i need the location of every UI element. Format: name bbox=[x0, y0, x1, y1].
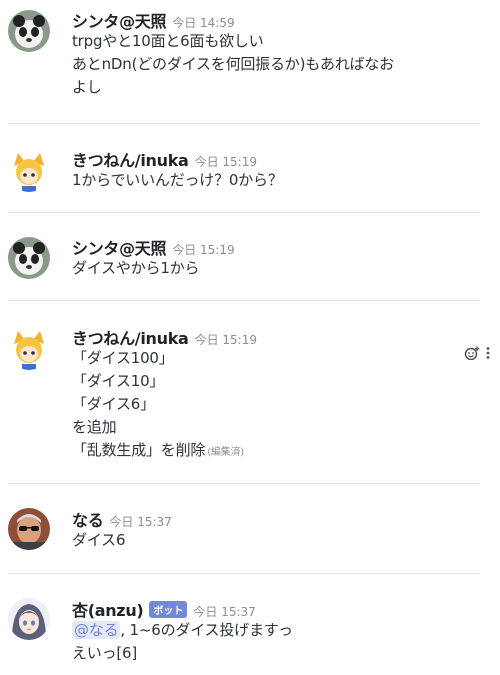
message-divider bbox=[8, 483, 480, 484]
message-divider bbox=[8, 123, 480, 124]
message-line: あとnDn(どのダイスを何回振るか)もあればなお bbox=[72, 55, 395, 73]
message-line: を追加 bbox=[72, 418, 117, 436]
panda-avatar-icon bbox=[8, 10, 50, 52]
anime-girl-avatar-icon bbox=[8, 598, 50, 640]
timestamp[interactable]: 今日 15:19 bbox=[172, 241, 234, 258]
message-divider bbox=[8, 573, 480, 574]
message-line: 「ダイス10」 bbox=[72, 372, 165, 390]
timestamp[interactable]: 今日 15:37 bbox=[109, 513, 171, 530]
author-name[interactable]: 杏(anzu) bbox=[72, 597, 144, 621]
message-hover-actions bbox=[464, 346, 490, 364]
more-options-icon[interactable] bbox=[486, 346, 490, 364]
avatar[interactable] bbox=[8, 598, 50, 640]
author-name[interactable]: なる bbox=[72, 507, 104, 531]
message-line: よし bbox=[72, 78, 102, 96]
message-line: ダイスやから1から bbox=[72, 259, 200, 277]
message-line: trpgやと10面と6面も欲しい bbox=[72, 32, 264, 50]
avatar[interactable] bbox=[8, 328, 50, 370]
timestamp[interactable]: 今日 15:37 bbox=[193, 603, 255, 620]
add-reaction-icon[interactable] bbox=[464, 346, 480, 364]
avatar[interactable] bbox=[8, 237, 50, 279]
user-mention[interactable]: @なる bbox=[72, 621, 121, 639]
message-line-text: , 1~6のダイス投げますっ bbox=[120, 621, 293, 639]
author-name[interactable]: シンタ@天照 bbox=[72, 8, 167, 32]
fox-girl-avatar-icon bbox=[8, 150, 50, 192]
panda-avatar-icon bbox=[8, 237, 50, 279]
message-line: @なる, 1~6のダイス投げますっ bbox=[72, 619, 480, 642]
message-line-text: 「乱数生成」を削除 bbox=[72, 441, 206, 459]
timestamp[interactable]: 今日 15:19 bbox=[195, 331, 257, 348]
author-name[interactable]: きつねん/inuka bbox=[72, 147, 189, 171]
avatar[interactable] bbox=[8, 10, 50, 52]
timestamp[interactable]: 今日 14:59 bbox=[172, 14, 234, 31]
message-divider bbox=[8, 212, 480, 213]
author-name[interactable]: きつねん/inuka bbox=[72, 325, 189, 349]
message-line: 「ダイス6」 bbox=[72, 395, 155, 413]
edited-label: (編集済) bbox=[207, 447, 245, 458]
message-line: ダイス6 bbox=[72, 531, 126, 549]
message-divider bbox=[8, 300, 480, 301]
author-name[interactable]: シンタ@天照 bbox=[72, 235, 167, 259]
message-line: 「乱数生成」を削除 (編集済) bbox=[72, 439, 480, 464]
message-line: 1からでいいんだっけ？0から？ bbox=[72, 171, 283, 189]
fox-girl-avatar-icon bbox=[8, 328, 50, 370]
avatar[interactable] bbox=[8, 150, 50, 192]
message-line: えいっ[6] bbox=[72, 644, 138, 662]
man-sunglasses-avatar-icon bbox=[8, 508, 50, 550]
timestamp[interactable]: 今日 15:19 bbox=[195, 153, 257, 170]
bot-tag: ボット bbox=[149, 601, 188, 618]
avatar[interactable] bbox=[8, 508, 50, 550]
message-line: 「ダイス100」 bbox=[72, 349, 174, 367]
